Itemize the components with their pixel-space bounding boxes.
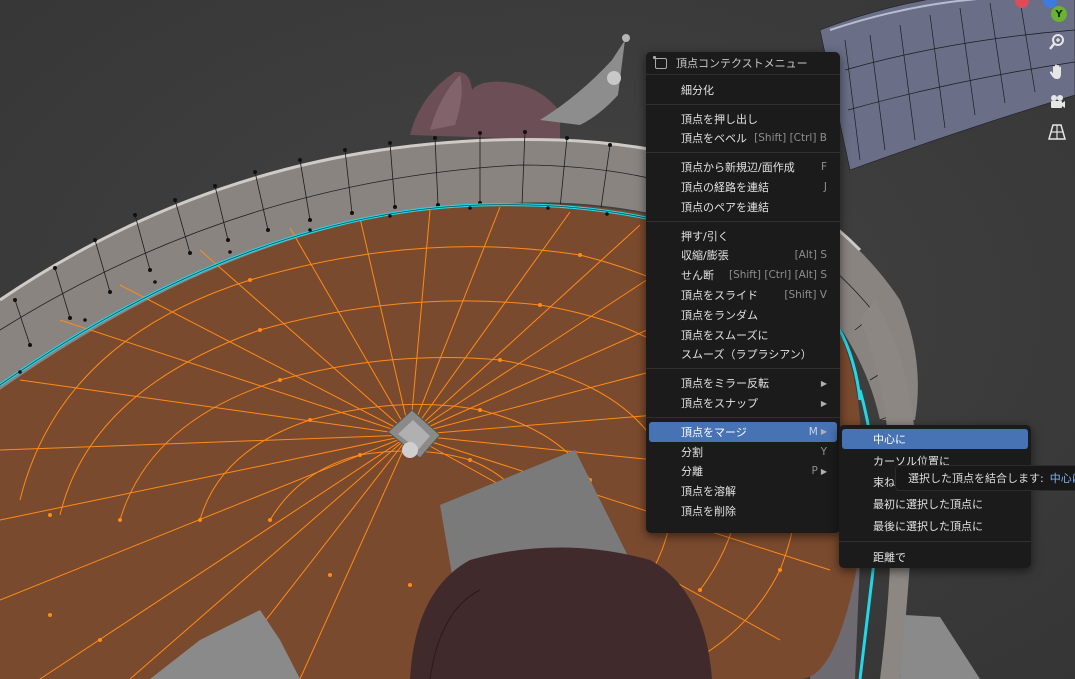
shortcut: F — [820, 161, 827, 174]
shortcut: M — [808, 425, 818, 438]
menu-item-dissolve-vertices[interactable]: 頂点を溶解 — [649, 481, 837, 501]
menu-item-mirror-vertices[interactable]: 頂点をミラー反転 ▶ — [649, 373, 837, 393]
camera-icon — [1051, 95, 1065, 108]
menu-item-shear[interactable]: せん断 [Shift] [Ctrl] [Alt] S — [649, 265, 837, 285]
shortcut: P — [811, 465, 818, 478]
menu-item-separate[interactable]: 分離 P ▶ — [649, 462, 837, 482]
menu-item-extrude-vertices[interactable]: 頂点を押し出し — [649, 109, 837, 129]
perspective-toggle-button[interactable] — [1045, 120, 1069, 144]
hand-pan-icon — [1049, 64, 1061, 79]
x-axis-ball[interactable] — [1015, 0, 1029, 8]
menu-item-slide-vertices[interactable]: 頂点をスライド [Shift] V — [649, 285, 837, 305]
menu-item-smooth-laplacian[interactable]: スムーズ（ラプラシアン） — [649, 345, 837, 365]
navigation-gizmo[interactable]: Y — [1005, 0, 1075, 28]
shortcut: [Alt] S — [794, 249, 827, 262]
vertex-select-icon — [653, 55, 667, 69]
menu-item-connect-vertex-pairs[interactable]: 頂点のペアを連結 — [649, 197, 837, 217]
submenu-item-at-center[interactable]: 中心に — [842, 429, 1028, 449]
merge-tooltip: 選択した頂点を結合します: 中心に — [895, 465, 1075, 491]
submenu-arrow-icon: ▶ — [820, 427, 827, 437]
submenu-item-at-first[interactable]: 最初に選択した頂点に — [842, 494, 1028, 514]
shortcut: J — [823, 181, 827, 194]
shortcut: Y — [820, 445, 827, 458]
tooltip-text: 選択した頂点を結合します: — [908, 472, 1044, 485]
camera-view-button[interactable] — [1045, 90, 1069, 114]
shortcut: [Shift] V — [784, 289, 827, 302]
submenu-arrow-icon: ▶ — [820, 466, 827, 476]
y-axis-label: Y — [1055, 8, 1063, 20]
menu-separator — [646, 152, 840, 154]
menu-separator — [646, 368, 840, 370]
menu-separator — [646, 103, 840, 105]
menu-item-push-pull[interactable]: 押す/引く — [649, 226, 837, 246]
menu-item-smooth-vertices[interactable]: 頂点をスムーズに — [649, 325, 837, 345]
menu-item-new-edge-face[interactable]: 頂点から新規辺/面作成 F — [649, 157, 837, 177]
menu-separator — [646, 220, 840, 222]
menu-separator — [839, 540, 1031, 542]
menu-item-bevel-vertices[interactable]: 頂点をベベル [Shift] [Ctrl] B — [649, 129, 837, 149]
zoom-icon — [1049, 34, 1064, 50]
zoom-button[interactable] — [1045, 30, 1069, 54]
menu-title: 頂点コンテクストメニュー — [646, 52, 840, 75]
vertex-context-menu: 頂点コンテクストメニュー 細分化 頂点を押し出し 頂点をベベル [Shift] [… — [646, 52, 840, 533]
submenu-arrow-icon: ▶ — [820, 398, 827, 408]
submenu-item-at-last[interactable]: 最後に選択した頂点に — [842, 516, 1028, 536]
menu-item-randomize-vertices[interactable]: 頂点をランダム — [649, 305, 837, 325]
pan-button[interactable] — [1045, 60, 1069, 84]
shortcut: [Shift] [Ctrl] B — [754, 132, 827, 145]
menu-item-snap-vertices[interactable]: 頂点をスナップ ▶ — [649, 393, 837, 413]
menu-title-label: 頂点コンテクストメニュー — [676, 57, 808, 70]
menu-separator — [646, 416, 840, 418]
menu-item-connect-vertex-path[interactable]: 頂点の経路を連結 J — [649, 177, 837, 197]
menu-item-merge-vertices[interactable]: 頂点をマージ M ▶ — [649, 421, 837, 442]
menu-item-delete-vertices[interactable]: 頂点を削除 — [649, 501, 837, 521]
3d-viewport[interactable] — [0, 0, 1075, 679]
menu-item-split[interactable]: 分割 Y — [649, 442, 837, 462]
menu-item-subdivide[interactable]: 細分化 — [649, 80, 837, 100]
submenu-item-by-distance[interactable]: 距離で — [842, 547, 1028, 567]
merge-submenu: 中心に カーソル位置に 束ねる 最初に選択した頂点に 最後に選択した頂点に 距離… — [839, 425, 1031, 568]
y-axis-ball[interactable]: Y — [1051, 6, 1067, 22]
grid-perspective-icon — [1048, 124, 1066, 140]
menu-item-shrink-fatten[interactable]: 収縮/膨張 [Alt] S — [649, 246, 837, 266]
shortcut: [Shift] [Ctrl] [Alt] S — [728, 269, 827, 282]
submenu-arrow-icon: ▶ — [820, 378, 827, 388]
tooltip-highlight: 中心に — [1049, 472, 1075, 485]
